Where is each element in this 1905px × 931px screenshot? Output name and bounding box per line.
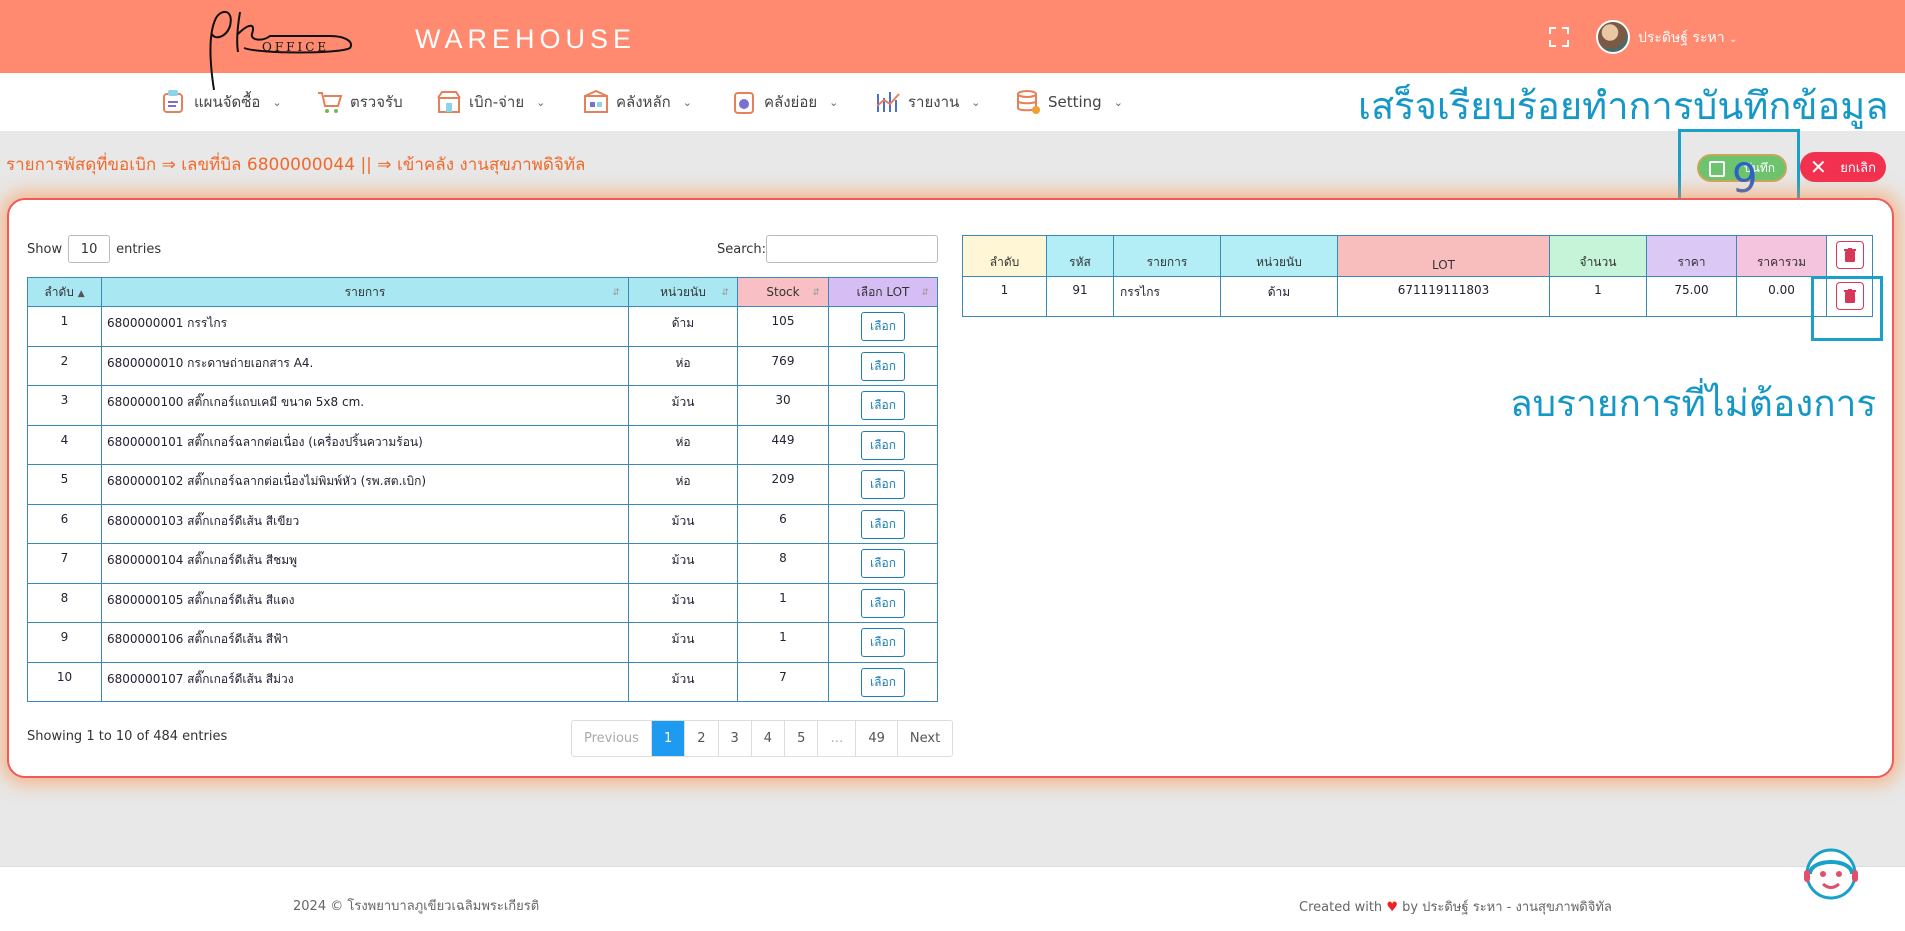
cancel-button[interactable]: ✕ ยกเลิก [1800,152,1886,182]
table-row: 1 6800000001 กรรไกร ด้าม 105 เลือก [27,306,938,347]
footer-copyright: 2024 © โรงพยาบาลภูเขียวเฉลิมพระเกียรติ [293,899,540,914]
table-info: Showing 1 to 10 of 484 entries [27,729,228,744]
table-row: 2 6800000010 กระดาษถ่ายเอกสาร A4. ห่อ 769 เล… [27,345,938,386]
page-5[interactable]: 5 [784,721,817,756]
rth-total: ราคารวม [1736,235,1827,277]
store-icon [437,91,461,113]
table-row: 3 6800000100 สติ๊กเกอร์แถบเคมี ขนาด 5x8 c… [27,385,938,426]
database-icon [1017,90,1040,114]
report-icon [876,92,900,112]
table-row: 7 6800000104 สติ๊กเกอร์ดีเส้น สีชมพู ม้วน 8… [27,543,938,584]
warehouse-icon [584,89,608,113]
plan-icon [163,90,183,113]
page-ellipsis: … [817,721,855,756]
rth-item: รายการ [1113,235,1221,277]
top-bar: OFFICE WAREHOUSE ประดิษฐ์ ระหา ⌄ [0,0,1905,91]
select-lot-button[interactable]: เลือก [861,312,905,341]
footer: 2024 © โรงพยาบาลภูเขียวเฉลิมพระเกียรติ C… [0,866,1905,931]
search-label: Search: [717,242,767,257]
heart-icon: ♥ [1386,900,1398,915]
th-unit[interactable]: หน่วยนับ ⇵ [628,277,738,307]
fullscreen-icon[interactable] [1548,26,1570,48]
table-row: 4 6800000101 สติ๊กเกอร์ฉลากต่อเนื่อง (เคร… [27,424,938,465]
nav-issue[interactable]: เบิก-จ่าย ⌄ [435,87,545,117]
nav-main-store[interactable]: คลังหลัก ⌄ [582,87,692,117]
entries-select[interactable]: 10 [68,235,111,263]
rth-delete-all [1826,235,1873,277]
selected-row: 1 91 กรรไกร ด้าม 671119111803 1 75.00 0.… [962,276,1873,317]
brand-title: WAREHOUSE [415,24,637,54]
select-lot-button[interactable]: เลือก [861,470,905,499]
page-1[interactable]: 1 [650,721,685,756]
nav-setting[interactable]: Setting ⌄ [1014,87,1123,117]
th-no[interactable]: ลำดับ ▲ [27,277,102,307]
th-item[interactable]: รายการ ⇵ [101,277,629,307]
logo [209,10,352,91]
show-entries: Show 10 entries [27,235,161,263]
table-row: 5 6800000102 สติ๊กเกอร์ฉลากต่อเนื่องไม่พิ… [27,464,938,505]
trash-icon [1843,247,1856,262]
selected-items-table: ลำดับ รหัส รายการ หน่วยนับ LOT จำนวน ราค… [962,235,1873,317]
rth-unit: หน่วยนับ [1220,235,1338,277]
rth-lot: LOT [1337,235,1550,277]
items-table: ลำดับ ▲ รายการ ⇵ หน่วยนับ ⇵ Stock ⇵ เลือก L… [27,277,938,702]
rth-code: รหัส [1046,235,1114,277]
annotation-box-delete [1811,276,1883,341]
th-lot[interactable]: เลือก LOT ⇵ [828,277,938,307]
saved-notice: เสร็จเรียบร้อยทำการบันทึกข้อมูล [1358,84,1889,128]
table-row: 6 6800000103 สติ๊กเกอร์ดีเส้น สีเขียว ม้วน… [27,503,938,544]
page-4[interactable]: 4 [750,721,784,756]
delete-all-button[interactable] [1835,240,1864,269]
th-stock[interactable]: Stock ⇵ [737,277,829,307]
page-title: รายการพัสดุที่ขอเบิก ⇒ เลขที่บิล 6800000… [6,155,586,175]
page-2[interactable]: 2 [684,721,717,756]
select-lot-button[interactable]: เลือก [861,549,905,578]
annotation-step-number: 9 [1732,156,1758,202]
select-lot-button[interactable]: เลือก [861,509,905,539]
page-next[interactable]: Next [896,721,952,756]
avatar[interactable] [1596,20,1630,54]
table-row: 10 6800000107 สติ๊กเกอร์ดีเส้น สีม่วง ม้วน… [27,661,938,702]
select-lot-button[interactable]: เลือก [861,391,905,420]
select-lot-button[interactable]: เลือก [861,628,905,657]
pagination: Previous 1 2 3 4 5 … 49 Next [571,720,954,757]
search-input[interactable] [766,235,938,263]
table-row: 9 6800000106 สติ๊กเกอร์ดีเส้น สีฟ้า ม้วน 1 เ… [27,622,938,663]
nav-sub-store[interactable]: คลังย่อย ⌄ [730,87,838,117]
rth-no: ลำดับ [962,235,1047,277]
nav-report[interactable]: รายงาน ⌄ [874,87,981,117]
page-previous[interactable]: Previous [572,721,651,756]
footer-credit: Created with ♥ by ประดิษฐ์ ระหา - งานสุข… [1299,900,1612,915]
rth-qty: จำนวน [1549,235,1647,277]
table-row: 8 6800000105 สติ๊กเกอร์ดีเส้น สีแดง ม้วน 1 เ… [27,582,938,623]
sub-store-icon [734,92,754,114]
select-lot-button[interactable]: เลือก [861,667,905,697]
select-lot-button[interactable]: เลือก [861,588,905,618]
rth-price: ราคา [1646,235,1737,277]
select-lot-button[interactable]: เลือก [861,430,905,460]
cart-icon [318,92,343,113]
chat-support-icon[interactable] [1796,844,1866,906]
delete-notice: ลบรายการที่ไม่ต้องการ [1510,382,1877,425]
page-3[interactable]: 3 [717,721,751,756]
close-icon: ✕ [1810,155,1827,179]
select-lot-button[interactable]: เลือก [861,351,905,381]
user-menu[interactable]: ประดิษฐ์ ระหา ⌄ [1638,27,1737,49]
page-49[interactable]: 49 [855,721,897,756]
